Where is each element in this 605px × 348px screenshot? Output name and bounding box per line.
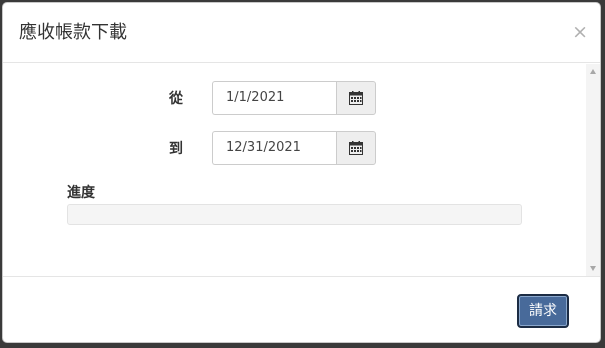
to-date-input[interactable]: 12/31/2021 (212, 131, 336, 165)
from-label: 從 (169, 91, 183, 107)
from-date-input[interactable]: 1/1/2021 (212, 81, 336, 115)
progress-bar (67, 204, 522, 225)
progress-label: 進度 (67, 185, 95, 201)
from-calendar-button[interactable] (336, 81, 376, 115)
dialog-footer: 請求 (3, 276, 600, 342)
to-calendar-button[interactable] (336, 131, 376, 165)
dialog-header: 應收帳款下載 × (3, 3, 600, 63)
close-icon[interactable]: × (572, 23, 588, 42)
scroll-down-icon[interactable] (590, 266, 596, 271)
calendar-icon (349, 141, 363, 155)
download-dialog: 應收帳款下載 × 從 1/1/2021 到 12/31/2021 進度 請求 (2, 2, 601, 343)
calendar-icon (349, 91, 363, 105)
to-label: 到 (169, 141, 183, 157)
scroll-up-icon[interactable] (590, 69, 596, 74)
dialog-title: 應收帳款下載 (19, 22, 127, 43)
request-button[interactable]: 請求 (517, 294, 569, 328)
dialog-body: 從 1/1/2021 到 12/31/2021 進度 (3, 64, 600, 276)
body-scrollbar[interactable] (586, 64, 600, 276)
